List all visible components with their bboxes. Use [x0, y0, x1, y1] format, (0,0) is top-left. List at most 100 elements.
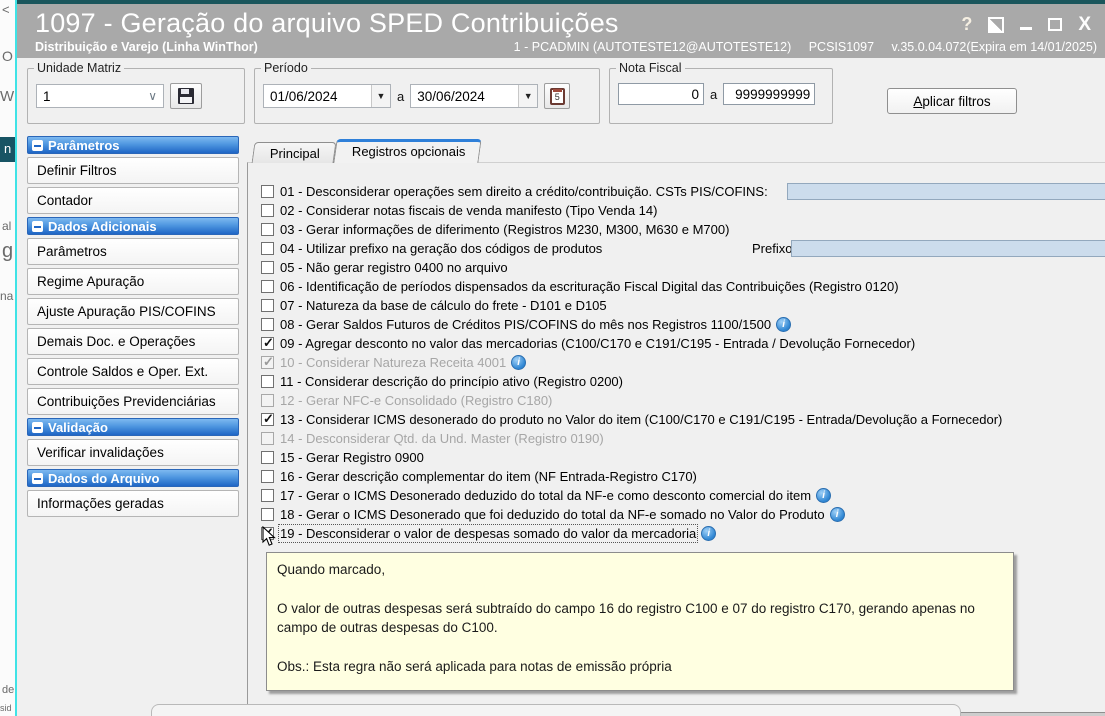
unidade-matriz-combobox[interactable]: 1 ∨ [36, 84, 164, 108]
app-window: 1097 - Geração do arquivo SPED Contribui… [17, 0, 1105, 716]
chevron-down-icon: ∨ [148, 89, 157, 103]
checkbox[interactable] [261, 318, 274, 331]
checkbox[interactable] [261, 299, 274, 312]
option-row: 08 - Gerar Saldos Futuros de Créditos PI… [261, 315, 1105, 334]
checkbox[interactable] [261, 204, 274, 217]
info-icon[interactable]: i [511, 355, 527, 370]
nota-fiscal-from-input[interactable] [618, 83, 704, 105]
option-row: 09 - Agregar desconto no valor das merca… [261, 334, 1105, 353]
groupbox-unidade-matriz: Unidade Matriz 1 ∨ [27, 61, 245, 124]
info-icon[interactable]: i [776, 317, 792, 332]
background-fragment: sid [0, 703, 12, 713]
dropdown-arrow-icon: ▼ [518, 85, 538, 107]
session-user: 1 - PCADMIN (AUTOTESTE12@AUTOTESTE12) [513, 40, 792, 54]
collapse-minus-icon[interactable] [32, 421, 43, 433]
sidebar-item[interactable]: Informações geradas [27, 490, 239, 517]
tab-active[interactable]: Registros opcionais [333, 139, 482, 163]
checkbox [261, 394, 274, 407]
sidebar-item[interactable]: Parâmetros [27, 238, 239, 265]
sidebar-item[interactable]: Verificar invalidações [27, 439, 239, 466]
collapse-minus-icon[interactable] [32, 220, 43, 232]
window-title: 1097 - Geração do arquivo SPED Contribui… [35, 8, 619, 38]
collapse-minus-icon[interactable] [32, 472, 43, 484]
close-icon[interactable]: X [1078, 15, 1091, 34]
periodo-label: Período [261, 61, 311, 75]
csts-pis-cofins-input[interactable] [787, 183, 1105, 200]
checkbox [261, 432, 274, 445]
sidebar-item[interactable]: Controle Saldos e Oper. Ext. [27, 358, 239, 385]
option-label: 05 - Não gerar registro 0400 no arquivo [280, 260, 508, 275]
info-icon[interactable]: i [701, 526, 717, 541]
sidebar-section-header[interactable]: Dados Adicionais [27, 217, 239, 235]
option-label: 10 - Considerar Natureza Receita 4001 [280, 355, 507, 370]
option-label: 15 - Gerar Registro 0900 [280, 450, 424, 465]
sidebar-item[interactable]: Contador [27, 187, 239, 214]
periodo-from-dropdown[interactable]: 01/06/2024 ▼ [263, 84, 391, 108]
maximize-icon[interactable] [1048, 18, 1063, 31]
background-fragment: W [0, 88, 15, 105]
tooltip-paragraph: O valor de outras despesas será subtraíd… [277, 600, 975, 636]
sidebar-item[interactable]: Definir Filtros [27, 157, 239, 184]
sidebar-item[interactable]: Demais Doc. e Operações [27, 328, 239, 355]
window-subtitle: Distribuição e Varejo (Linha WinThor) [35, 40, 258, 54]
sidebar-section-title: Validação [48, 419, 108, 435]
help-icon[interactable]: ? [961, 15, 972, 33]
option-label: 08 - Gerar Saldos Futuros de Créditos PI… [280, 317, 772, 332]
info-icon[interactable]: i [816, 488, 832, 503]
checkbox[interactable] [261, 411, 274, 427]
info-icon[interactable]: i [829, 507, 845, 522]
checkbox[interactable] [261, 508, 274, 521]
sidebar-section-header[interactable]: Parâmetros [27, 136, 239, 154]
option-row: 15 - Gerar Registro 0900 [261, 448, 1105, 467]
background-fragment: O [2, 48, 13, 64]
option-label: 02 - Considerar notas fiscais de venda m… [280, 203, 658, 218]
tab-inactive[interactable]: Principal [251, 142, 337, 163]
checkbox[interactable] [261, 223, 274, 236]
groupbox-periodo: Período 01/06/2024 ▼ a 30/06/2024 ▼ [254, 61, 600, 124]
option-label: 12 - Gerar NFC-e Consolidado (Registro C… [280, 393, 553, 408]
collapse-minus-icon[interactable] [32, 139, 43, 151]
checkbox[interactable] [261, 335, 274, 351]
option-row: 13 - Considerar ICMS desonerado do produ… [261, 410, 1105, 429]
checkbox[interactable] [261, 280, 274, 293]
checkbox[interactable] [261, 242, 274, 255]
sidebar-item[interactable]: Ajuste Apuração PIS/COFINS [27, 298, 239, 325]
sidebar-item[interactable]: Contribuições Previdenciárias [27, 388, 239, 415]
checkbox[interactable] [261, 489, 274, 502]
sidebar-section-header[interactable]: Dados do Arquivo [27, 469, 239, 487]
checkbox[interactable] [261, 451, 274, 464]
option-label: 03 - Gerar informações de diferimento (R… [280, 222, 730, 237]
tab-label: Principal [269, 146, 320, 161]
groupbox-nota-fiscal: Nota Fiscal a [609, 61, 833, 124]
minimize-icon[interactable] [1020, 27, 1033, 30]
periodo-separator: a [397, 88, 405, 104]
nota-fiscal-label: Nota Fiscal [616, 61, 685, 75]
nota-fiscal-to-input[interactable] [723, 83, 816, 105]
mouse-cursor [262, 526, 276, 546]
option-row: 11 - Considerar descrição do princípio a… [261, 372, 1105, 391]
sidebar: Parâmetros Definir Filtros Contador Dados A… [27, 136, 239, 520]
prefix-input[interactable] [791, 240, 1105, 257]
sidebar-section-header[interactable]: Validação [27, 418, 239, 436]
checkbox[interactable] [261, 375, 274, 388]
tooltip-paragraph: Quando marcado, [277, 562, 386, 577]
calendar-icon [549, 87, 565, 105]
sidebar-item[interactable]: Regime Apuração [27, 268, 239, 295]
sidebar-section-title: Dados do Arquivo [48, 470, 160, 486]
background-fragment: al [2, 219, 12, 233]
periodo-to-dropdown[interactable]: 30/06/2024 ▼ [410, 84, 539, 108]
diskette-icon [178, 88, 194, 104]
screenshot-icon[interactable] [988, 16, 1005, 33]
calendar-button[interactable] [544, 83, 571, 109]
checkbox[interactable] [261, 470, 274, 483]
unidade-matriz-value: 1 [43, 88, 51, 104]
nota-fiscal-separator: a [710, 86, 718, 102]
checkbox[interactable] [261, 185, 274, 198]
sidebar-section-title: Parâmetros [48, 137, 120, 153]
option-row: 03 - Gerar informações de diferimento (R… [261, 220, 1105, 239]
background-fragment: g [2, 240, 14, 262]
option-label: 04 - Utilizar prefixo na geração dos cód… [280, 241, 603, 256]
checkbox[interactable] [261, 261, 274, 274]
apply-filters-button[interactable]: Aplicar filtros [887, 88, 1017, 114]
save-button[interactable] [170, 83, 202, 109]
